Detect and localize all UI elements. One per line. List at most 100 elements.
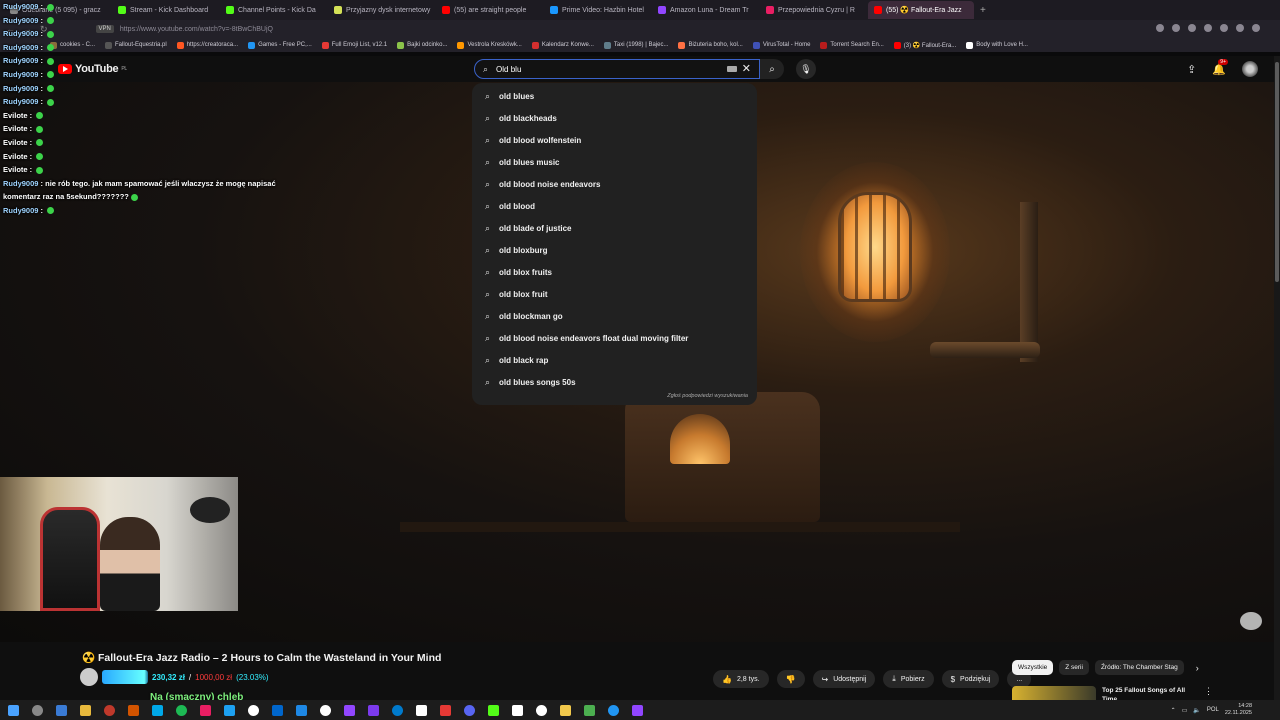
upload-icon[interactable]: ⇪ (1187, 63, 1196, 76)
search-suggestion-item[interactable]: ⌕ old blackheads (472, 107, 757, 129)
search-suggestion-item[interactable]: ⌕ old black rap (472, 349, 757, 371)
search-suggestion-item[interactable]: ⌕ old blues (472, 85, 757, 107)
thanks-label: Podziękuj (960, 675, 991, 683)
taskbar-app-icon[interactable] (368, 704, 379, 716)
search-suggestion-item[interactable]: ⌕ old bloxburg (472, 239, 757, 261)
extension-icon[interactable] (1220, 24, 1228, 32)
browser-tab[interactable]: (55) are straight people (436, 1, 542, 19)
chat-emote-icon (36, 139, 44, 147)
taskbar-app-icon[interactable] (416, 704, 427, 716)
extension-icon[interactable] (1156, 24, 1164, 32)
extension-icon[interactable] (1172, 24, 1180, 32)
taskbar-app-icon[interactable] (56, 704, 67, 716)
taskbar-app-icon[interactable] (200, 704, 211, 716)
taskbar-app-icon[interactable] (224, 704, 235, 716)
browser-tab[interactable]: Przyjazny dysk internetowy (328, 1, 434, 19)
clear-search-icon[interactable]: ✕ (742, 62, 751, 75)
taskbar-app-icon[interactable] (632, 704, 643, 716)
like-button[interactable]: 👍 2,8 tys. (713, 670, 769, 688)
search-box[interactable]: ⌕ ✕ (474, 59, 760, 79)
taskbar-app-icon[interactable] (320, 704, 331, 716)
chevron-right-icon[interactable]: › (1196, 663, 1199, 673)
taskbar-app-icon[interactable] (248, 704, 259, 716)
search-suggestion-item[interactable]: ⌕ old blockman go (472, 305, 757, 327)
share-button[interactable]: ↪ Udostępnij (812, 670, 876, 688)
filter-chip[interactable]: Źródło: The Chamber Stag (1094, 660, 1184, 675)
windows-start-icon[interactable] (8, 704, 19, 716)
taskbar-app-icon[interactable] (488, 704, 499, 716)
taskbar-app-icon[interactable] (464, 704, 475, 716)
taskbar-app-icon[interactable] (128, 704, 139, 716)
notifications-bell-icon[interactable]: 🔔 9+ (1212, 58, 1228, 76)
search-suggestion-item[interactable]: ⌕ old blues music (472, 151, 757, 173)
browser-tab[interactable]: Prime Video: Hazbin Hotel (544, 1, 650, 19)
taskbar-app-icon[interactable] (176, 704, 187, 716)
taskbar-app-icon[interactable] (608, 704, 619, 716)
report-suggestions-link[interactable]: Zgłoś podpowiedzi wyszukiwania (667, 393, 748, 399)
browser-tab[interactable]: Amazon Luna - Dream Tr (652, 1, 758, 19)
browser-tab[interactable]: (55) ☢️ Fallout-Era Jazz (868, 1, 974, 19)
filter-chip[interactable]: Wszystkie (1012, 660, 1054, 675)
filter-chip[interactable]: Z serii (1059, 660, 1089, 675)
taskbar-app-icon[interactable] (104, 704, 115, 716)
search-suggestion-item[interactable]: ⌕ old blood wolfenstein (472, 129, 757, 151)
taskbar-app-icon[interactable] (80, 704, 91, 716)
extension-icon[interactable] (1252, 24, 1260, 32)
taskbar-app-icon[interactable] (560, 704, 571, 716)
account-avatar[interactable] (1242, 61, 1258, 77)
chat-emote-icon (47, 44, 55, 52)
taskbar-app-icon[interactable] (344, 704, 355, 716)
voice-search-button[interactable]: 🎙 (796, 59, 816, 79)
new-tab-button[interactable]: + (980, 5, 986, 16)
taskbar-app-icon[interactable] (152, 704, 163, 716)
taskbar-app-icon[interactable] (296, 704, 307, 716)
bookmark-item[interactable]: Biżuteria boho, kol... (678, 41, 743, 49)
extension-icon[interactable] (1188, 24, 1196, 32)
language-indicator[interactable]: POL (1207, 707, 1219, 713)
bookmark-item[interactable]: Full Emoji List, v12.1 (321, 41, 387, 49)
taskbar-app-icon[interactable] (512, 704, 523, 716)
taskbar-app-icon[interactable] (272, 704, 283, 716)
scrollbar-thumb[interactable] (1275, 62, 1279, 282)
taskbar-app-icon[interactable] (392, 704, 403, 716)
extension-icon[interactable] (1236, 24, 1244, 32)
keyboard-icon[interactable] (727, 66, 737, 72)
search-button[interactable]: ⌕ (760, 59, 784, 79)
bookmark-item[interactable]: Torrent Search En... (820, 41, 884, 49)
browser-tab[interactable]: Przepowiednia Cyzru | R (760, 1, 866, 19)
search-suggestion-item[interactable]: ⌕ old blood noise endeavors float dual mo… (472, 327, 757, 349)
page-scrollbar[interactable] (1274, 56, 1280, 700)
search-icon: ⌕ (485, 134, 491, 145)
bookmark-item[interactable]: Kalendarz Konwe... (531, 41, 594, 49)
taskbar-app-icon[interactable] (440, 704, 451, 716)
bookmark-favicon-icon (752, 41, 760, 49)
search-suggestion-item[interactable]: ⌕ old blood (472, 195, 757, 217)
related-video-thumbnail[interactable] (1012, 686, 1096, 700)
bookmark-item[interactable]: Vestrola Kreskówk... (457, 41, 522, 49)
bookmark-item[interactable]: (3) ☢️ Fallout-Era... (893, 41, 956, 49)
extension-icon[interactable] (1204, 24, 1212, 32)
network-icon[interactable]: ▭ (1182, 707, 1188, 714)
dislike-button[interactable]: 👎 (776, 670, 805, 688)
download-button[interactable]: ⤓ Pobierz (883, 670, 934, 688)
clock[interactable]: 14:28 22.11.2025 (1225, 703, 1252, 717)
search-suggestion-item[interactable]: ⌕ old blox fruit (472, 283, 757, 305)
bookmark-item[interactable]: Taxi (1998) | Bajec... (603, 41, 668, 49)
taskbar-app-icon[interactable] (584, 704, 595, 716)
search-suggestion-item[interactable]: ⌕ old blues songs 50s (472, 371, 757, 393)
search-input[interactable] (496, 64, 697, 74)
search-suggestion-item[interactable]: ⌕ old blade of justice (472, 217, 757, 239)
search-suggestion-item[interactable]: ⌕ old blox fruits (472, 261, 757, 283)
bookmark-item[interactable]: Body with Love H... (966, 41, 1028, 49)
tray-chevron-icon[interactable]: ⌃ (1171, 707, 1176, 714)
thanks-button[interactable]: $ Podziękuj (941, 670, 1000, 688)
volume-icon[interactable]: 🔈 (1193, 707, 1200, 714)
bookmark-item[interactable]: VirusTotal - Home (752, 41, 810, 49)
bookmark-item[interactable]: Bajki odcinko... (397, 41, 447, 49)
taskbar-app-icon[interactable] (536, 704, 547, 716)
channel-watermark[interactable] (1240, 612, 1262, 630)
channel-avatar[interactable] (80, 668, 98, 686)
taskbar-app-icon[interactable] (32, 704, 43, 716)
donation-progress-bar (102, 670, 148, 684)
search-suggestion-item[interactable]: ⌕ old blood noise endeavors (472, 173, 757, 195)
